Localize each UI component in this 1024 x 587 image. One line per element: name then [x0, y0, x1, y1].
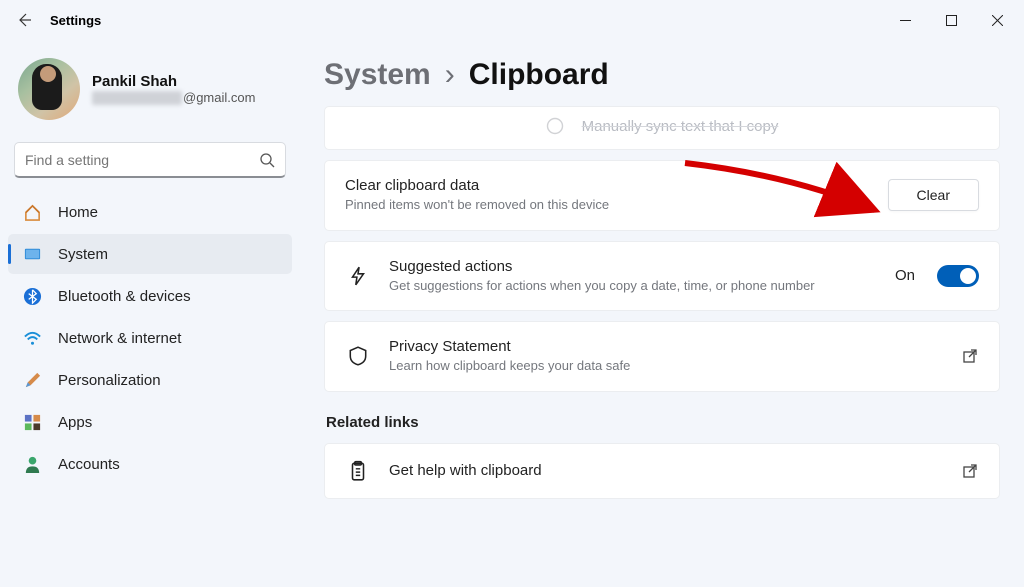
- profile-block[interactable]: Pankil Shah @gmail.com: [8, 52, 292, 138]
- maximize-icon: [946, 15, 957, 26]
- external-link-icon: [961, 347, 979, 365]
- toggle-state-label: On: [895, 267, 915, 284]
- breadcrumb: System › Clipboard: [324, 58, 1000, 92]
- profile-name: Pankil Shah: [92, 73, 255, 90]
- app-title: Settings: [50, 13, 101, 28]
- main-content: System › Clipboard Manually sync text th…: [300, 40, 1024, 587]
- card-get-help[interactable]: Get help with clipboard: [324, 443, 1000, 499]
- clear-button[interactable]: Clear: [888, 179, 979, 211]
- card-clear-clipboard: Clear clipboard data Pinned items won't …: [324, 160, 1000, 231]
- card-title: Clear clipboard data: [345, 177, 870, 194]
- nav-list: Home System Bluetooth & devices Network …: [8, 192, 292, 484]
- nav-label: Bluetooth & devices: [58, 288, 191, 305]
- search-box[interactable]: [14, 142, 286, 178]
- breadcrumb-current: Clipboard: [469, 58, 609, 92]
- breadcrumb-parent[interactable]: System: [324, 58, 431, 92]
- card-desc: Learn how clipboard keeps your data safe: [389, 357, 943, 375]
- avatar: [18, 58, 80, 120]
- minimize-button[interactable]: [882, 4, 928, 36]
- close-icon: [992, 15, 1003, 26]
- nav-item-system[interactable]: System: [8, 234, 292, 274]
- toggle-switch[interactable]: [937, 265, 979, 287]
- card-suggested-actions[interactable]: Suggested actions Get suggestions for ac…: [324, 241, 1000, 312]
- profile-email: @gmail.com: [92, 90, 255, 105]
- nav-item-apps[interactable]: Apps: [8, 402, 292, 442]
- search-icon: [259, 152, 275, 168]
- nav-item-accounts[interactable]: Accounts: [8, 444, 292, 484]
- person-icon: [22, 454, 42, 474]
- apps-icon: [22, 412, 42, 432]
- nav-label: Apps: [58, 414, 92, 431]
- nav-item-home[interactable]: Home: [8, 192, 292, 232]
- back-button[interactable]: [4, 0, 44, 40]
- nav-label: Home: [58, 204, 98, 221]
- wifi-icon: [22, 328, 42, 348]
- nav-item-bluetooth[interactable]: Bluetooth & devices: [8, 276, 292, 316]
- nav-item-network[interactable]: Network & internet: [8, 318, 292, 358]
- search-input[interactable]: [25, 152, 259, 168]
- card-sync-truncated: Manually sync text that I copy: [324, 106, 1000, 150]
- nav-label: Accounts: [58, 456, 120, 473]
- chevron-right-icon: ›: [445, 58, 455, 92]
- minimize-icon: [900, 15, 911, 26]
- related-links-heading: Related links: [326, 414, 1000, 431]
- shield-icon: [347, 345, 369, 367]
- card-desc: Pinned items won't be removed on this de…: [345, 196, 870, 214]
- sidebar: Pankil Shah @gmail.com Home System Bluet…: [0, 40, 300, 587]
- radio-off-icon: [546, 117, 564, 135]
- close-button[interactable]: [974, 4, 1020, 36]
- bluetooth-icon: [22, 286, 42, 306]
- card-title: Privacy Statement: [389, 338, 943, 355]
- card-title: Suggested actions: [389, 258, 877, 275]
- nav-label: System: [58, 246, 108, 263]
- home-icon: [22, 202, 42, 222]
- arrow-left-icon: [16, 12, 32, 28]
- nav-label: Personalization: [58, 372, 161, 389]
- card-desc: Get suggestions for actions when you cop…: [389, 277, 877, 295]
- nav-item-personalization[interactable]: Personalization: [8, 360, 292, 400]
- maximize-button[interactable]: [928, 4, 974, 36]
- nav-label: Network & internet: [58, 330, 181, 347]
- brush-icon: [22, 370, 42, 390]
- system-icon: [22, 244, 42, 264]
- external-link-icon: [961, 462, 979, 480]
- lightning-icon: [347, 265, 369, 287]
- card-title: Get help with clipboard: [389, 462, 943, 479]
- titlebar: Settings: [0, 0, 1024, 40]
- card-privacy-statement[interactable]: Privacy Statement Learn how clipboard ke…: [324, 321, 1000, 392]
- clipboard-icon: [347, 460, 369, 482]
